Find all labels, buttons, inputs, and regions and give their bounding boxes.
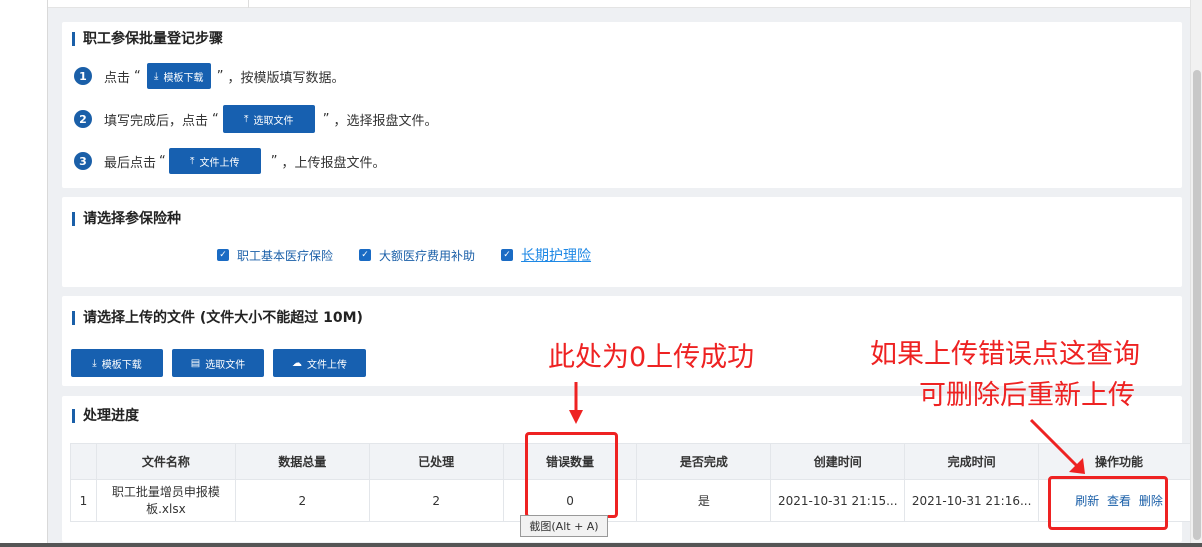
select-file-button[interactable]: ⤒ 选取文件 [222, 105, 315, 133]
upload-panel-title: 请选择上传的文件 (文件大小不能超过 10M) [72, 311, 363, 325]
step-text: ，选择报盘文件。 [333, 113, 438, 129]
step-number-icon: 3 [74, 152, 92, 170]
step-text: ，按模版填写数据。 [227, 70, 345, 86]
completed-cell: 是 [636, 479, 772, 522]
quote-open: “ [212, 111, 219, 127]
file-upload-button[interactable]: ☁ 文件上传 [273, 349, 366, 377]
insurance-options: ✓ 职工基本医疗保险 ✓ 大额医疗费用补助 ✓ 长期护理险 [217, 245, 617, 265]
steps-panel: 职工参保批量登记步骤 1 点击 “ ⤓ 模板下载 ” ，按模版填写数据。 2 填… [62, 22, 1182, 188]
upload-icon: ⤒ [244, 113, 249, 125]
total-cell: 2 [234, 479, 370, 522]
button-label: 选取文件 [253, 115, 294, 127]
tab-divider [248, 0, 249, 8]
button-label: 选取文件 [205, 359, 246, 371]
annotation-error-note-2: 可删除后重新上传 [919, 380, 1135, 411]
column-header: 已处理 [368, 443, 504, 480]
annotation-success-note: 此处为0上传成功 [548, 342, 755, 373]
quote-open: “ [159, 153, 166, 169]
button-label: 模板下载 [101, 359, 142, 371]
step-text: ，上传报盘文件。 [281, 155, 386, 171]
annotation-error-note-1: 如果上传错误点这查询 [870, 339, 1140, 370]
screenshot-tooltip: 截图(Alt + A) [520, 515, 608, 537]
error-count-highlight [525, 432, 618, 518]
steps-panel-title: 职工参保批量登记步骤 [72, 32, 223, 46]
checkbox-basic-medical[interactable]: ✓ 职工基本医疗保险 [217, 247, 333, 264]
download-icon: ⤓ [92, 357, 97, 369]
table-row: 1 职工批量增员申报模板.xlsx 2 2 0 是 2021-10-31 21:… [70, 479, 1200, 522]
top-tab-bar [48, 0, 1202, 8]
left-frame [0, 0, 48, 547]
step-number-icon: 2 [74, 110, 92, 128]
file-icon: ▤ [190, 357, 201, 369]
checkbox-long-term-care[interactable]: ✓ 长期护理险 [501, 245, 591, 265]
button-label: 文件上传 [199, 157, 240, 169]
insurance-panel: 请选择参保险种 ✓ 职工基本医疗保险 ✓ 大额医疗费用补助 ✓ 长期护理险 [62, 197, 1182, 287]
processed-cell: 2 [368, 479, 504, 522]
template-download-button[interactable]: ⤓ 模板下载 [71, 349, 163, 377]
checkbox-major-medical[interactable]: ✓ 大额医疗费用补助 [359, 247, 475, 264]
checkmark-icon: ✓ [217, 249, 229, 261]
checkmark-icon: ✓ [501, 249, 514, 261]
arrow-diagonal-icon [1029, 418, 1085, 474]
column-header: 完成时间 [904, 443, 1040, 480]
select-file-button[interactable]: ▤ 选取文件 [172, 349, 264, 377]
step-3: 3 最后点击 “ ⤒ 文件上传 ” ，上传报盘文件。 [74, 148, 386, 174]
arrow-down-icon [569, 382, 583, 424]
checkmark-icon: ✓ [359, 249, 372, 261]
step-text: 填写完成后，点击 [104, 113, 209, 129]
download-icon: ⤓ [154, 70, 159, 82]
column-header [70, 443, 97, 480]
step-text: 点击 [104, 70, 131, 86]
template-download-button[interactable]: ⤓ 模板下载 [146, 63, 211, 89]
file-name-cell: 职工批量增员申报模板.xlsx [95, 479, 236, 522]
finished-time-cell: 2021-10-31 21:16... [904, 479, 1040, 522]
checkbox-label: 职工基本医疗保险 [237, 248, 334, 263]
row-index: 1 [70, 479, 97, 522]
quote-close: ” [216, 68, 224, 84]
step-1: 1 点击 “ ⤓ 模板下载 ” ，按模版填写数据。 [74, 63, 345, 89]
column-header: 数据总量 [234, 443, 370, 480]
checkbox-label: 长期护理险 [521, 248, 592, 264]
checkbox-label: 大额医疗费用补助 [379, 248, 476, 263]
quote-close: ” [270, 153, 278, 169]
cloud-upload-icon: ☁ [292, 357, 302, 369]
button-label: 模板下载 [163, 72, 204, 84]
actions-highlight [1048, 476, 1168, 530]
insurance-panel-title: 请选择参保险种 [72, 212, 181, 226]
column-header: 是否完成 [636, 443, 772, 480]
upload-icon: ⤒ [190, 155, 195, 167]
column-header: 文件名称 [95, 443, 236, 480]
file-upload-button[interactable]: ⤒ 文件上传 [168, 148, 261, 174]
bottom-border [0, 543, 1202, 547]
button-label: 文件上传 [307, 359, 347, 371]
quote-close: ” [322, 111, 330, 127]
column-header: 创建时间 [770, 443, 906, 480]
progress-panel-title: 处理进度 [72, 409, 139, 423]
scrollbar[interactable] [1190, 0, 1202, 547]
created-time-cell: 2021-10-31 21:15... [770, 479, 906, 522]
step-2: 2 填写完成后，点击 “ ⤒ 选取文件 ” ，选择报盘文件。 [74, 105, 438, 133]
scrollbar-thumb[interactable] [1193, 70, 1201, 540]
progress-panel: 处理进度 文件名称 数据总量 已处理 错误数量 是否完成 创建时间 完成时间 操… [62, 396, 1200, 542]
step-text: 最后点击 [104, 155, 157, 171]
quote-open: “ [134, 68, 141, 84]
step-number-icon: 1 [74, 67, 92, 85]
